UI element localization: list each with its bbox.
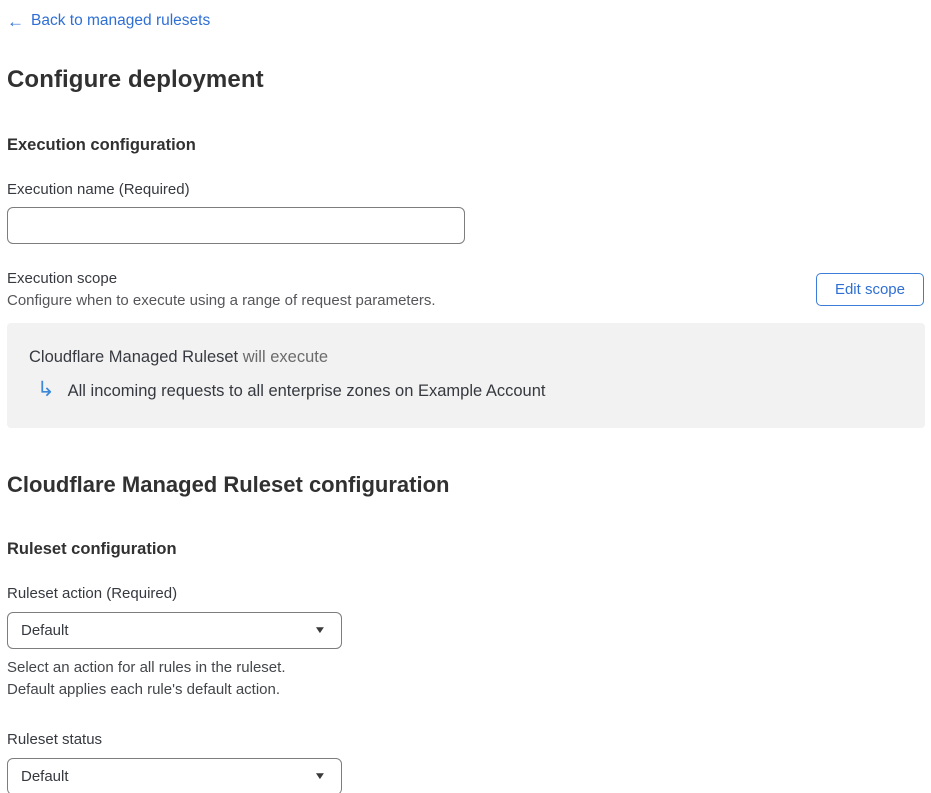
- ruleset-action-help-line-1: Select an action for all rules in the ru…: [7, 658, 286, 676]
- ruleset-action-help-text: Select an action for all rules in the ru…: [7, 657, 924, 702]
- ruleset-status-select[interactable]: Default ▼: [7, 758, 342, 793]
- scope-summary-suffix: will execute: [238, 347, 329, 366]
- ruleset-action-help-line-2: Default applies each rule's default acti…: [7, 681, 281, 699]
- ruleset-action-selected-value: Default: [21, 621, 69, 639]
- execution-configuration-heading: Execution configuration: [7, 135, 196, 154]
- scope-summary-box: Cloudflare Managed Ruleset will execute …: [7, 322, 925, 428]
- chevron-down-icon: ▼: [313, 771, 327, 782]
- scope-summary-ruleset-name: Cloudflare Managed Ruleset: [29, 347, 239, 366]
- edit-scope-button[interactable]: Edit scope: [815, 272, 924, 306]
- execution-scope-description: Configure when to execute using a range …: [7, 291, 436, 309]
- ruleset-configuration-subheading: Ruleset configuration: [7, 539, 177, 558]
- ruleset-status-selected-value: Default: [21, 768, 69, 785]
- ruleset-status-label: Ruleset status: [7, 731, 103, 748]
- back-link-label: Back to managed rulesets: [31, 12, 211, 29]
- back-to-managed-rulesets-link[interactable]: ← Back to managed rulesets: [7, 12, 210, 30]
- execution-name-input[interactable]: [7, 206, 465, 244]
- chevron-down-icon: ▼: [313, 624, 327, 636]
- configure-deployment-page: ← Back to managed rulesets Configure dep…: [0, 0, 931, 793]
- execution-scope-text: Execution scope Configure when to execut…: [7, 270, 436, 309]
- ruleset-configuration-heading: Cloudflare Managed Ruleset configuration: [7, 471, 450, 497]
- execution-name-label: Execution name (Required): [7, 180, 190, 198]
- execution-scope-row: Execution scope Configure when to execut…: [7, 270, 924, 309]
- ruleset-action-select[interactable]: Default ▼: [7, 611, 342, 649]
- scope-summary-detail: All incoming requests to all enterprise …: [67, 381, 546, 400]
- execution-scope-label: Execution scope: [7, 269, 118, 287]
- turn-down-right-arrow-icon: ↳: [37, 377, 55, 401]
- scope-summary-headline: Cloudflare Managed Ruleset will execute: [29, 348, 910, 367]
- scope-summary-detail-row: ↳ All incoming requests to all enterpris…: [29, 377, 910, 402]
- ruleset-action-label: Ruleset action (Required): [7, 584, 178, 602]
- page-title: Configure deployment: [7, 65, 264, 93]
- back-arrow-icon: ←: [7, 11, 24, 31]
